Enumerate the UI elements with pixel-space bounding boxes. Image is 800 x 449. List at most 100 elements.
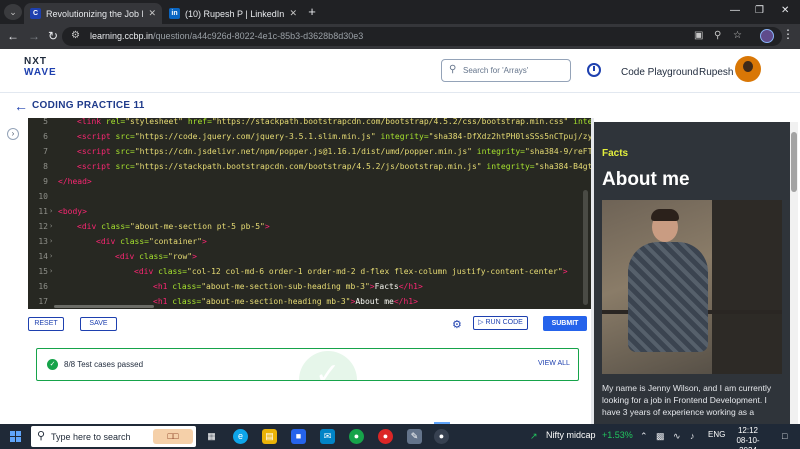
code-line[interactable]: 16 <h1 class="about-me-section-sub-headin… (28, 279, 591, 294)
line-number: 11 (38, 207, 48, 216)
cast-icon[interactable]: ▣ (694, 30, 703, 41)
restore-icon[interactable]: ❐ (755, 4, 764, 18)
code-text: <div class="col-12 col-md-6 order-1 orde… (134, 267, 568, 276)
stock-name[interactable]: Nifty midcap (546, 430, 596, 440)
preview-scroll-thumb[interactable] (791, 132, 797, 192)
line-number: 7 (43, 147, 48, 156)
logo-line-1: NXT (24, 56, 47, 67)
fold-chevron-icon[interactable]: › (49, 204, 53, 219)
notifications-icon[interactable]: □ (782, 431, 787, 441)
chrome-icon[interactable]: ● (349, 429, 364, 444)
reload-icon[interactable]: ↻ (46, 29, 60, 43)
forward-icon[interactable]: → (27, 29, 41, 43)
code-playground-link[interactable]: Code Playground (621, 67, 698, 78)
ccbp-favicon-icon: C (30, 8, 41, 19)
code-line[interactable]: 13 › <div class="container"> (28, 234, 591, 249)
run-code-button[interactable]: ▷ RUN CODE (473, 316, 528, 330)
file-explorer-icon[interactable]: ▤ (262, 429, 277, 444)
close-window-icon[interactable]: ✕ (781, 4, 789, 18)
tab-search-icon[interactable]: ⌄ (4, 4, 22, 20)
fold-chevron-icon[interactable]: › (49, 264, 53, 279)
code-line[interactable]: 7 <script src="https://cdn.jsdelivr.net/n… (28, 144, 591, 159)
site-info-icon[interactable]: ⚙ (71, 30, 80, 41)
bookmark-star-icon[interactable]: ☆ (733, 30, 742, 41)
code-text: <script src="https://stackpath.bootstrap… (77, 162, 591, 171)
tray-chevron-icon[interactable]: ⌃ (640, 431, 648, 442)
browser-profile-icon[interactable] (760, 29, 774, 43)
browser-tab-active[interactable]: C Revolutionizing the Job Market ✕ (24, 3, 162, 24)
view-all-link[interactable]: VIEW ALL (538, 360, 570, 367)
code-line[interactable]: 14 › <div class="row"> (28, 249, 591, 264)
expand-panel-icon[interactable]: › (7, 128, 19, 140)
submit-button[interactable]: SUBMIT (543, 316, 587, 331)
code-line[interactable]: 15 › <div class="col-12 col-md-6 order-1 o… (28, 264, 591, 279)
browser-menu-icon[interactable]: ⋮ (782, 27, 794, 41)
gear-icon[interactable]: ⚙ (452, 318, 462, 331)
code-line[interactable]: 11 › <body> (28, 204, 591, 219)
line-number: 9 (43, 177, 48, 186)
editor-horizontal-scrollbar[interactable] (54, 305, 154, 308)
browser-tab-bar: ⌄ C Revolutionizing the Job Market ✕ in … (0, 0, 800, 24)
test-result-panel: ✓ 8/8 Test cases passed VIEW ALL (36, 348, 579, 381)
wifi-icon[interactable]: ∿ (673, 431, 681, 442)
search-placeholder: Search for 'Arrays' (463, 66, 529, 75)
editor-vertical-scrollbar[interactable] (583, 190, 588, 305)
reset-button[interactable]: RESET (28, 317, 64, 331)
search-highlight-icon[interactable]: □□ (153, 429, 193, 444)
code-editor[interactable]: 5 <link rel="stylesheet" href="https://st… (28, 118, 591, 309)
zoom-icon[interactable]: ⚲ (714, 30, 721, 41)
code-line[interactable]: 12 › <div class="about-me-section pt-5 pb-… (28, 219, 591, 234)
notepad-icon[interactable]: ✎ (407, 429, 422, 444)
fold-chevron-icon[interactable]: › (49, 219, 53, 234)
fold-chevron-icon[interactable]: › (49, 249, 53, 264)
url-host: learning.ccbp.in (90, 31, 154, 41)
line-number: 13 (38, 237, 48, 246)
minimize-icon[interactable]: — (730, 4, 740, 18)
mail-icon[interactable]: ✉ (320, 429, 335, 444)
code-text: </head> (58, 177, 92, 186)
browser-tab-linkedin[interactable]: in (10) Rupesh P | LinkedIn ✕ (163, 3, 303, 24)
chrome-profile-icon[interactable]: ● (378, 429, 393, 444)
url-text: learning.ccbp.in/question/a44c926d-8022-… (90, 31, 363, 41)
preview-scrollbar[interactable] (790, 122, 798, 424)
save-button[interactable]: SAVE (80, 317, 117, 331)
taskbar-clock[interactable]: 12:12 08-10-2024 (728, 426, 768, 449)
stock-chart-icon[interactable]: ↗ (530, 431, 538, 442)
back-arrow-icon[interactable]: ← (14, 98, 28, 114)
back-icon[interactable]: ← (6, 29, 20, 43)
chrome-active-icon[interactable]: ● (434, 429, 449, 444)
task-view-icon[interactable]: ▦ (204, 429, 219, 444)
code-line[interactable]: 8 <script src="https://stackpath.bootstra… (28, 159, 591, 174)
line-number: 14 (38, 252, 48, 261)
code-line[interactable]: 10 (28, 189, 591, 204)
search-input[interactable]: ⚲ Search for 'Arrays' (441, 59, 571, 82)
timer-icon[interactable] (587, 63, 601, 77)
store-icon[interactable]: ■ (291, 429, 306, 444)
linkedin-favicon-icon: in (169, 8, 180, 19)
tab-title: (10) Rupesh P | LinkedIn (185, 8, 285, 19)
taskbar-search-placeholder: Type here to search (51, 432, 131, 442)
close-tab-icon[interactable]: ✕ (289, 8, 297, 19)
network-icon[interactable]: ▩ (656, 431, 665, 442)
photo-background (712, 200, 782, 374)
language-indicator[interactable]: ENG (708, 430, 725, 439)
edge-icon[interactable]: e (233, 429, 248, 444)
windows-start-icon[interactable] (10, 431, 21, 442)
new-tab-icon[interactable]: + (305, 5, 319, 19)
code-line[interactable]: 5 <link rel="stylesheet" href="https://st… (28, 118, 591, 129)
search-icon: ⚲ (37, 430, 46, 442)
volume-icon[interactable]: ♪ (690, 431, 695, 441)
close-tab-icon[interactable]: ✕ (148, 8, 156, 19)
address-bar-row: ← → ↻ ⚙ learning.ccbp.in/question/a44c92… (0, 24, 800, 49)
code-line[interactable]: 9 </head> (28, 174, 591, 189)
line-number: 17 (38, 297, 48, 306)
clock-time: 12:12 (737, 426, 759, 435)
user-name[interactable]: Rupesh (699, 67, 733, 78)
code-line[interactable]: 6 <script src="https://code.jquery.com/jq… (28, 129, 591, 144)
active-app-indicator (434, 422, 450, 424)
code-text: <script src="https://code.jquery.com/jqu… (77, 132, 591, 141)
avatar[interactable] (735, 56, 761, 82)
nxtwave-logo[interactable]: NXT WAVE (24, 56, 74, 84)
fold-chevron-icon[interactable]: › (49, 234, 53, 249)
url-bar[interactable]: ⚙ learning.ccbp.in/question/a44c926d-802… (62, 27, 782, 46)
